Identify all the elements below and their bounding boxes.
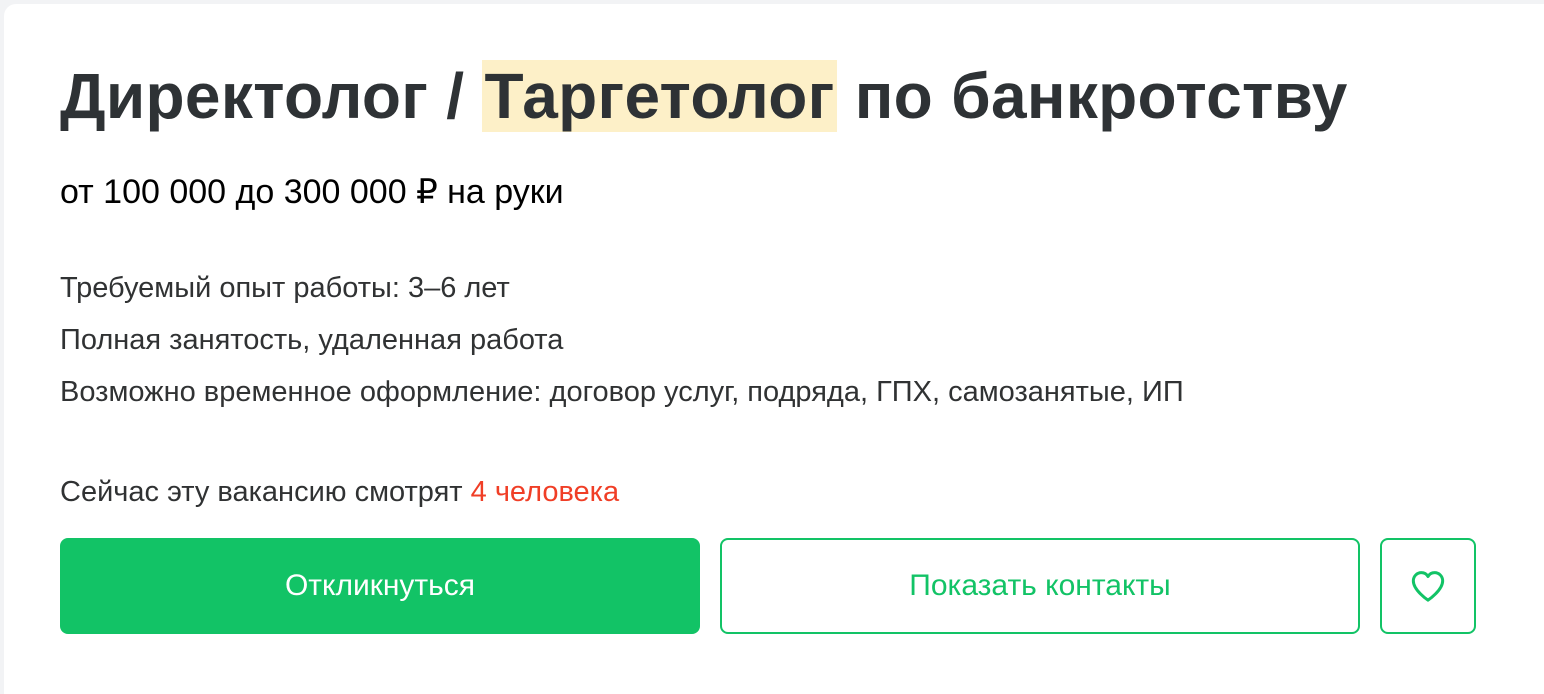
vacancy-title: Директолог / Таргетолог по банкротству [60, 52, 1348, 140]
contract-text: Возможно временное оформление: договор у… [60, 376, 1184, 408]
heart-icon [1411, 571, 1445, 602]
respond-button-label: Откликнуться [284, 569, 476, 602]
viewers-text: Сейчас эту вакансию смотрят [60, 476, 471, 508]
show-contacts-button-label: Показать контакты [909, 569, 1171, 602]
respond-button[interactable]: Откликнуться [60, 538, 700, 634]
employment-text: Полная занятость, удаленная работа [60, 324, 564, 356]
viewers-count: 4 человека [470, 476, 620, 508]
vacancy-title-suffix: по банкротству [836, 60, 1348, 132]
vacancy-title-prefix: Директолог / [60, 60, 483, 132]
salary: от 100 000 до 300 000 ₽ на руки [60, 173, 564, 211]
experience-text: Требуемый опыт работы: 3–6 лет [60, 272, 510, 304]
show-contacts-button[interactable]: Показать контакты [720, 538, 1360, 634]
viewers-info: Сейчас эту вакансию смотрят 4 человека [60, 472, 619, 512]
vacancy-details: Требуемый опыт работы: 3–6 лет Полная за… [60, 262, 1184, 418]
vacancy-title-highlight: Таргетолог [482, 60, 837, 132]
favorite-button[interactable] [1380, 538, 1476, 634]
